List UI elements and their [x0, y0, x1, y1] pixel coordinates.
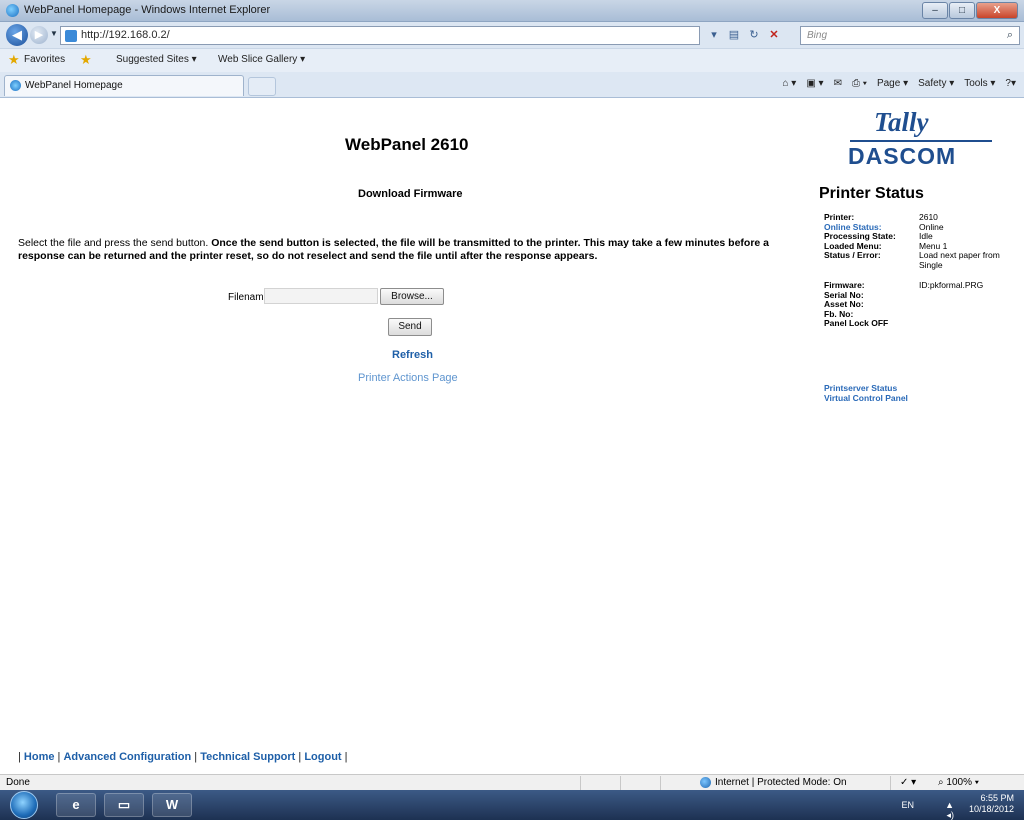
status-value: Load next paper from Single [919, 250, 1000, 270]
side-links: Printserver Status Virtual Control Panel [824, 383, 908, 403]
printer-actions-link[interactable]: Printer Actions Page [358, 372, 458, 384]
logo-divider [850, 140, 992, 142]
clock-time: 6:55 PM [980, 793, 1014, 803]
tab-row: WebPanel Homepage ⌂ ▾ ▣ ▾ ✉ ⎙ ▾ Page ▾ S… [0, 72, 1024, 98]
tools-menu[interactable]: Tools ▾ [964, 78, 995, 89]
ie-logo-icon [6, 4, 19, 17]
back-button[interactable]: ◀ [6, 24, 28, 46]
footer-technical-support-link[interactable]: Technical Support [200, 751, 295, 763]
favorites-star-icon: ★ [8, 52, 20, 67]
printserver-status-link[interactable]: Printserver Status [824, 383, 908, 393]
status-row-error: Status / Error: Load next paper from Sin… [824, 250, 1020, 270]
instructions-plain: Select the file and press the send butto… [18, 237, 209, 249]
printer-status-panel: Printer: 2610 Online Status: Online Proc… [824, 212, 1020, 329]
close-button[interactable]: X [976, 2, 1018, 19]
status-value [919, 319, 1017, 329]
zoom-level[interactable]: ⌕ 100% ▾ [938, 777, 979, 788]
status-value [919, 310, 1017, 320]
zone-text: Internet | Protected Mode: On [715, 777, 847, 788]
home-icon[interactable]: ⌂ ▾ [782, 78, 796, 89]
security-zone[interactable]: Internet | Protected Mode: On [700, 777, 847, 788]
page-title: WebPanel 2610 [345, 135, 469, 154]
footer-advanced-configuration-link[interactable]: Advanced Configuration [63, 751, 191, 763]
browse-button[interactable]: Browse... [380, 288, 444, 305]
tab-webpanel-homepage[interactable]: WebPanel Homepage [4, 75, 244, 96]
printer-status-title: Printer Status [819, 185, 924, 202]
minimize-button[interactable]: – [922, 2, 948, 19]
send-button[interactable]: Send [388, 318, 432, 336]
filename-input[interactable] [264, 288, 378, 304]
refresh-link[interactable]: Refresh [392, 349, 433, 361]
favorites-button[interactable]: Favorites [24, 54, 65, 65]
status-value: ID:pkformal.PRG [919, 280, 984, 290]
status-row-panel-lock: Panel Lock OFF [824, 318, 1020, 329]
status-value [919, 291, 1017, 301]
filename-label: Filename [228, 292, 270, 303]
search-input[interactable]: Bing ⌕ [800, 26, 1020, 45]
virtual-control-panel-link[interactable]: Virtual Control Panel [824, 393, 908, 403]
feeds-icon[interactable]: ▣ ▾ [806, 78, 823, 89]
maximize-button[interactable]: □ [949, 2, 975, 19]
ie-page-icon [10, 80, 21, 91]
logo-tally-text: Tally [874, 107, 929, 137]
search-icon[interactable]: ⌕ [1007, 29, 1013, 42]
page-menu[interactable]: Page ▾ [877, 78, 908, 89]
compatibility-view-icon[interactable]: ▾ [706, 27, 722, 43]
tab-label: WebPanel Homepage [25, 80, 123, 91]
status-key: Status / Error: [824, 250, 881, 260]
forward-button[interactable]: ▶ [30, 26, 48, 44]
clock-date: 10/18/2012 [968, 804, 1014, 814]
page-subtitle: Download Firmware [358, 188, 463, 200]
window-controls: – □ X [921, 2, 1018, 19]
start-button[interactable] [10, 791, 38, 819]
taskbar-ie-icon[interactable]: e [56, 793, 96, 817]
web-page: WebPanel 2610 Download Firmware Select t… [0, 99, 1024, 774]
taskbar-explorer-icon[interactable]: ▭ [104, 793, 144, 817]
web-slice-gallery-link[interactable]: Web Slice Gallery ▾ [218, 54, 305, 65]
volume-icon[interactable]: ▲ ◂) [945, 800, 954, 820]
favorites-bar: ★ Favorites ★ Suggested Sites ▾ Web Slic… [0, 48, 1024, 72]
recent-pages-dropdown[interactable]: ▼ [50, 29, 58, 38]
help-icon[interactable]: ?▾ [1005, 78, 1016, 89]
read-mail-icon[interactable]: ✉ [834, 78, 842, 89]
status-text: Done [6, 777, 30, 788]
command-bar: ⌂ ▾ ▣ ▾ ✉ ⎙ ▾ Page ▾ Safety ▾ Tools ▾ ?▾ [782, 78, 1016, 89]
suggested-sites-link[interactable]: Suggested Sites ▾ [116, 54, 197, 65]
address-url: http://192.168.0.2/ [81, 29, 170, 41]
internet-globe-icon [700, 777, 711, 788]
window-title: WebPanel Homepage - Windows Internet Exp… [24, 4, 271, 16]
print-icon[interactable]: ⎙ ▾ [852, 78, 867, 89]
compat-icon[interactable]: ▤ [726, 27, 742, 43]
system-tray: EN ▲ ◂) 6:55 PM 10/18/2012 [901, 793, 1014, 820]
language-indicator[interactable]: EN [894, 800, 914, 810]
address-bar[interactable]: http://192.168.0.2/ [60, 26, 700, 45]
add-favorites-icon[interactable]: ★ [80, 52, 92, 68]
clock[interactable]: 6:55 PM 10/18/2012 [969, 793, 1014, 815]
windows-taskbar: e ▭ W EN ▲ ◂) 6:55 PM 10/18/2012 [0, 790, 1024, 820]
taskbar-word-icon[interactable]: W [152, 793, 192, 817]
instructions-text: Select the file and press the send butto… [18, 237, 798, 263]
refresh-icon[interactable]: ↻ [746, 27, 762, 43]
status-key: Panel Lock OFF [824, 318, 889, 328]
address-tools: ▾ ▤ ↻ ✕ [706, 27, 782, 43]
footer-logout-link[interactable]: Logout [304, 751, 341, 763]
address-row: ◀ ▶ ▼ http://192.168.0.2/ ▾ ▤ ↻ ✕ Bing ⌕ [0, 22, 1024, 48]
tally-dascom-logo: Tally DASCOM [846, 107, 996, 171]
footer-home-link[interactable]: Home [24, 751, 55, 763]
status-value: Online [919, 221, 944, 232]
footer-nav: | Home | Advanced Configuration | Techni… [18, 751, 348, 763]
window-titlebar: WebPanel Homepage - Windows Internet Exp… [0, 0, 1024, 22]
status-row-asset: Asset No: [824, 299, 1020, 310]
popup-blocker-icon[interactable]: ✓ ▾ [900, 777, 916, 788]
browser-status-bar: Done Internet | Protected Mode: On ✓ ▾ ⌕… [0, 774, 1024, 790]
search-placeholder: Bing [807, 30, 828, 41]
logo-dascom-text: DASCOM [848, 143, 957, 169]
status-value [919, 300, 1017, 310]
stop-icon[interactable]: ✕ [766, 27, 782, 43]
page-icon [65, 30, 77, 42]
zoom-value: 100% [946, 777, 972, 788]
safety-menu[interactable]: Safety ▾ [918, 78, 954, 89]
new-tab-button[interactable] [248, 77, 276, 96]
